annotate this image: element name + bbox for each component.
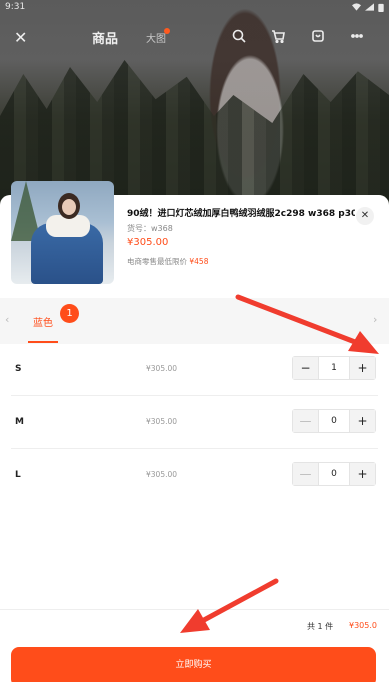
product-thumbnail[interactable] — [11, 181, 114, 284]
increase-button[interactable]: + — [350, 357, 375, 379]
status-time: 9:31 — [5, 2, 26, 12]
quantity-input[interactable]: 0 — [318, 463, 350, 485]
status-bar: 9:31 — [0, 0, 389, 14]
size-label: M — [15, 417, 24, 427]
color-tab-blue[interactable]: 蓝色 — [33, 314, 53, 329]
min-price-label: 电商零售最低限价 — [127, 257, 187, 266]
more-icon[interactable] — [350, 28, 366, 44]
notification-dot — [164, 28, 170, 34]
tab-goods[interactable]: 商品 — [92, 28, 118, 47]
decrease-button[interactable]: — — [293, 463, 318, 485]
size-row-l: L ¥305.00 — 0 + — [0, 450, 389, 502]
color-prev-arrow[interactable]: ‹ — [5, 313, 9, 326]
size-label: L — [15, 470, 21, 480]
color-next-arrow[interactable]: › — [373, 313, 377, 326]
increase-button[interactable]: + — [350, 463, 375, 485]
wifi-icon — [352, 3, 361, 11]
quantity-input[interactable]: 1 — [318, 357, 350, 379]
min-price-value: ¥458 — [189, 257, 209, 266]
cart-icon[interactable] — [271, 28, 287, 44]
store-icon[interactable] — [311, 28, 327, 44]
decrease-button[interactable]: — — [293, 410, 318, 432]
buy-now-button[interactable]: 立即购买 — [11, 647, 376, 682]
battery-icon — [378, 3, 384, 12]
size-price: ¥305.00 — [146, 470, 178, 479]
total-count: 共 1 件 — [307, 622, 334, 631]
close-icon: ✕ — [360, 210, 370, 221]
quantity-stepper: — 0 + — [292, 409, 376, 433]
size-row-m: M ¥305.00 — 0 + — [0, 397, 389, 449]
color-tab-underline — [28, 341, 58, 343]
size-price: ¥305.00 — [146, 417, 178, 426]
background-trees — [0, 60, 389, 200]
product-price: ¥305.00 — [127, 237, 169, 248]
size-row-s: S ¥305.00 − 1 + — [0, 344, 389, 396]
tab-big-label: 大图 — [146, 34, 166, 45]
min-retail-price: 电商零售最低限价 ¥458 — [127, 256, 208, 267]
product-title: 90绒！进口灯芯绒加厚白鸭绒羽绒服2c298 w368 p30... — [127, 209, 355, 219]
summary-divider — [0, 609, 389, 610]
color-count-badge: 1 — [60, 304, 79, 323]
total-price: ¥305.0 — [349, 621, 377, 630]
quantity-stepper: — 0 + — [292, 462, 376, 486]
product-sku: 货号：w368 — [127, 224, 173, 233]
quantity-input[interactable]: 0 — [318, 410, 350, 432]
close-icon[interactable]: ✕ — [14, 28, 27, 47]
decrease-button[interactable]: − — [293, 357, 318, 379]
sheet-close-button[interactable]: ✕ — [356, 207, 374, 225]
signal-icon — [365, 3, 374, 11]
top-nav: ✕ 商品 大图 — [0, 22, 389, 52]
size-label: S — [15, 364, 22, 374]
thumb-face — [62, 199, 76, 215]
quantity-stepper: − 1 + — [292, 356, 376, 380]
color-tabs: ‹ 蓝色 › — [0, 298, 389, 344]
tab-big-image[interactable]: 大图 — [146, 28, 170, 45]
increase-button[interactable]: + — [350, 410, 375, 432]
size-price: ¥305.00 — [146, 364, 178, 373]
row-divider — [11, 395, 378, 396]
row-divider — [11, 448, 378, 449]
search-icon[interactable] — [232, 28, 248, 44]
